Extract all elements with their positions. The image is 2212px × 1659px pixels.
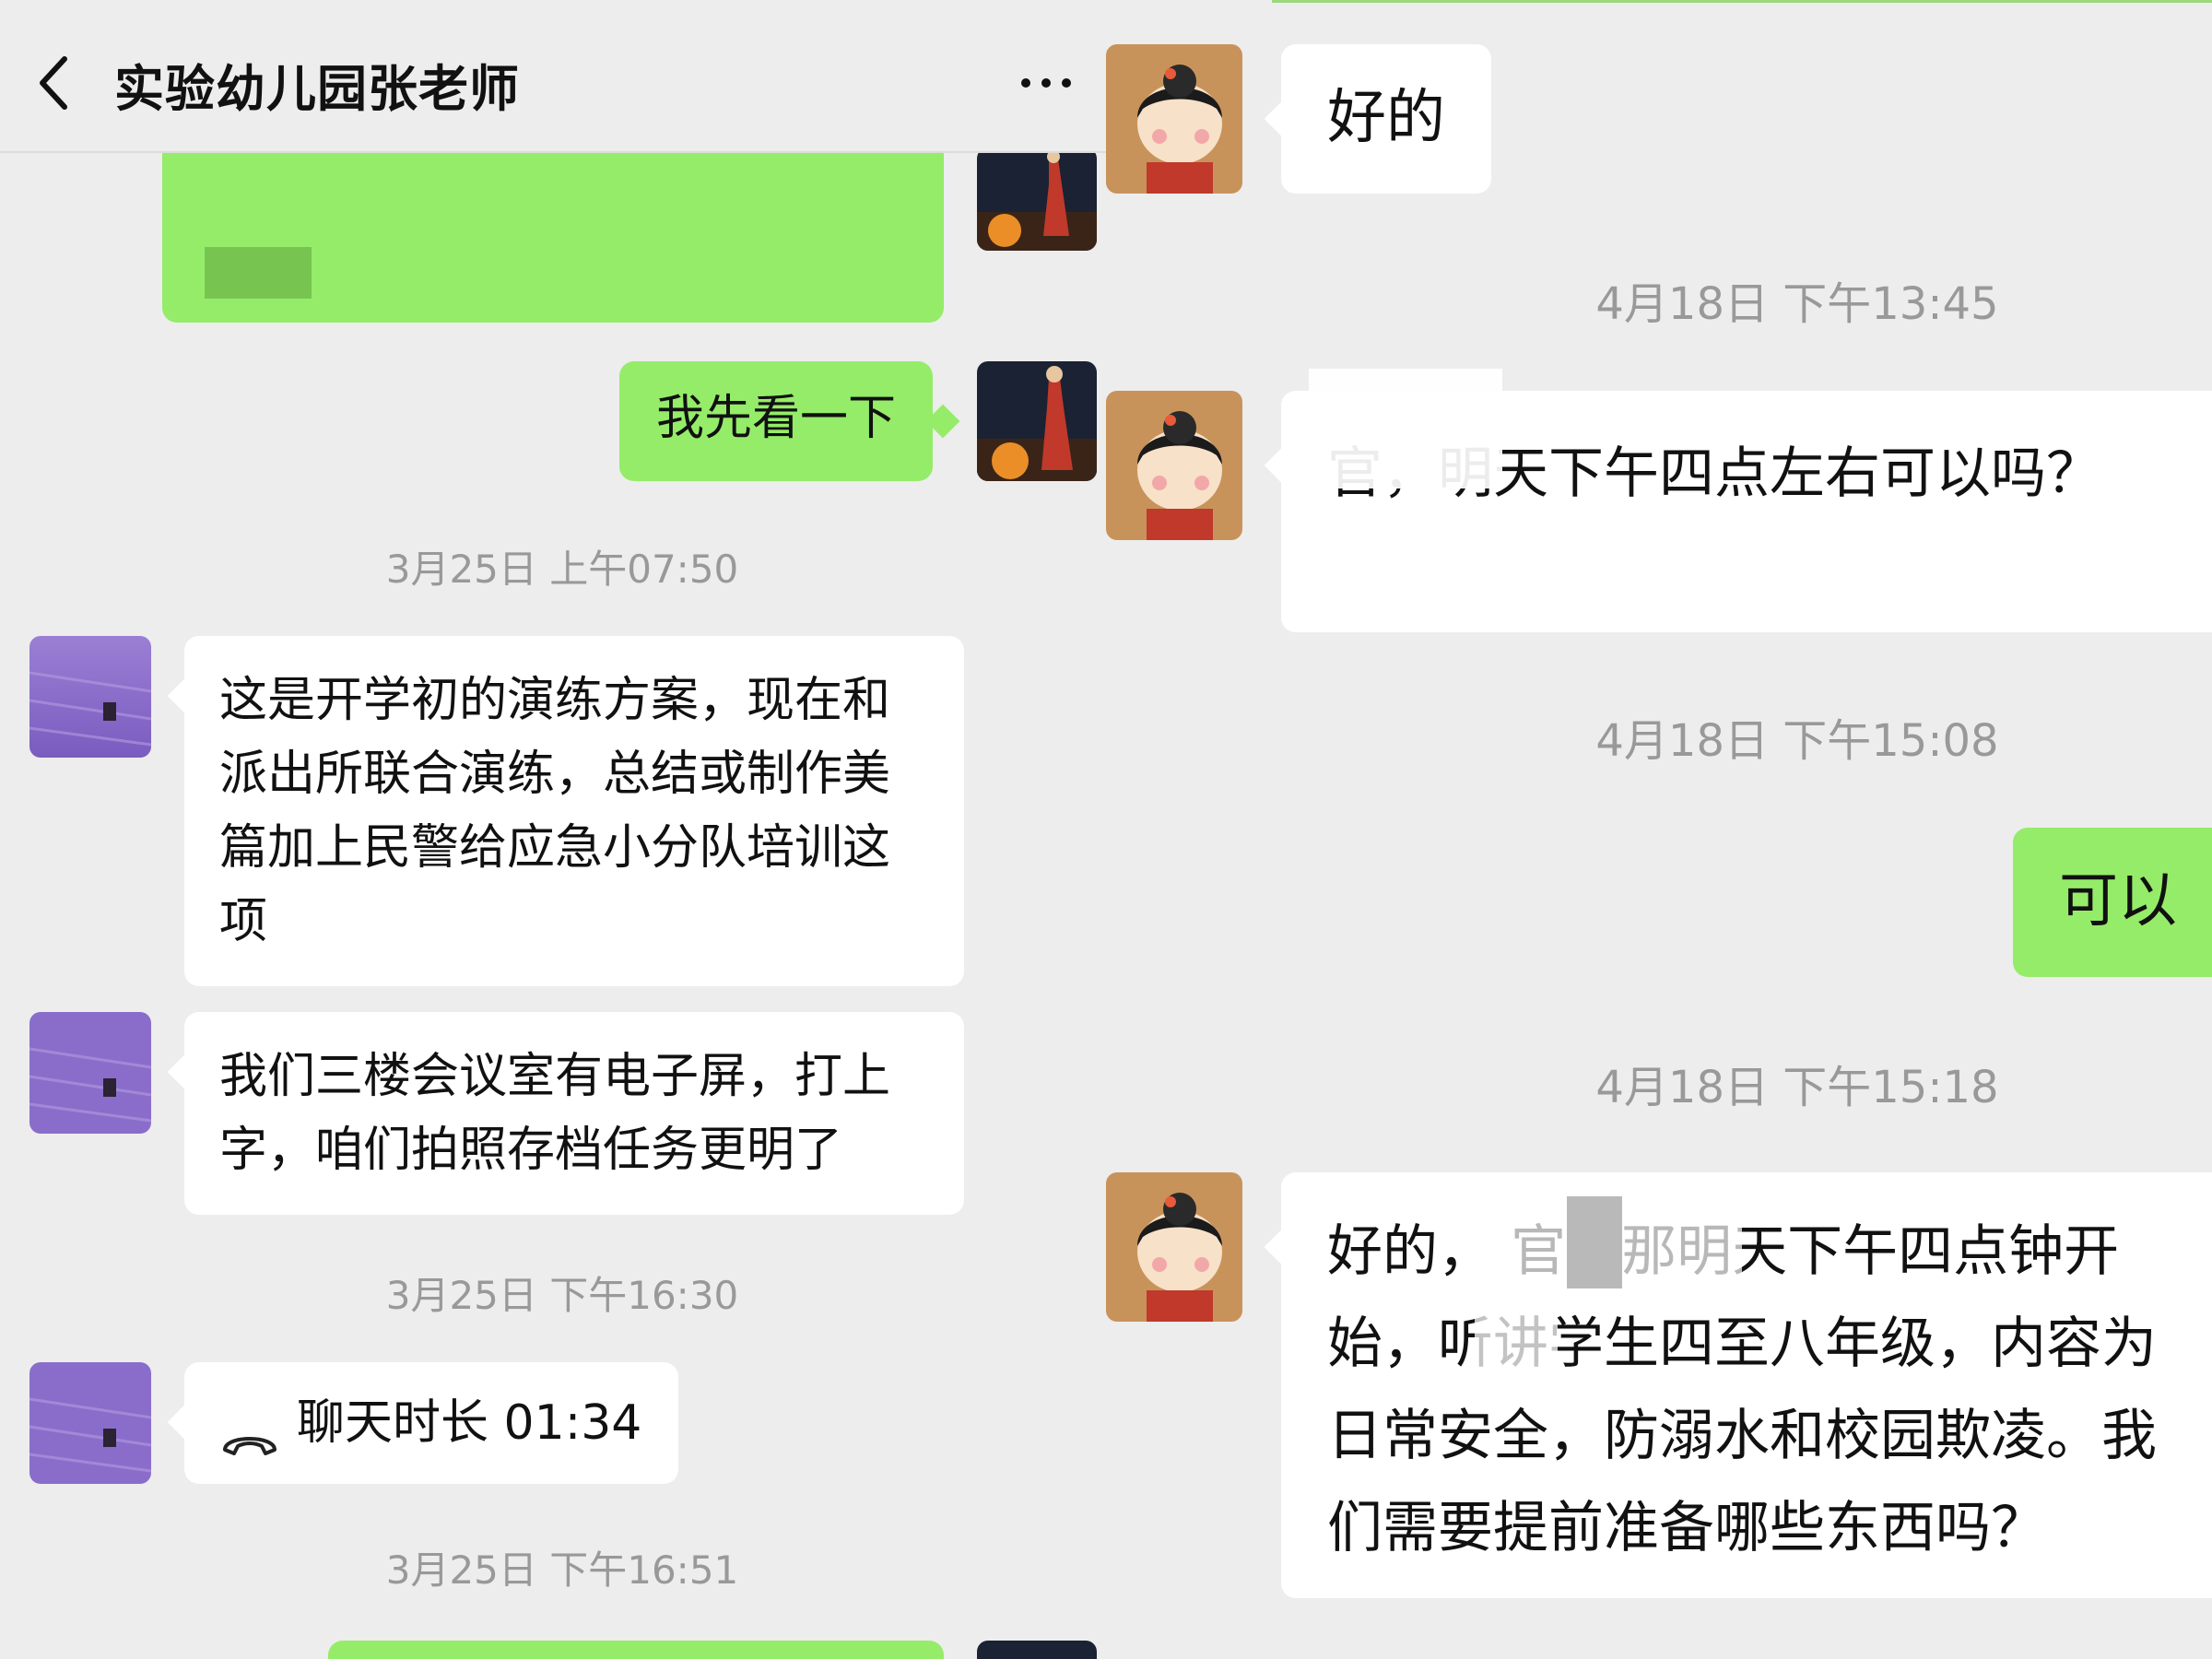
call-duration-text: 聊天时长 01:34 — [297, 1395, 642, 1451]
incoming-message[interactable]: 好的， 官，那明天下午四点钟开始，听讲学生四至八年级，内容为日常安全，防溺水和校… — [1281, 1172, 2212, 1598]
contact-avatar[interactable] — [29, 1012, 151, 1134]
contact-avatar[interactable] — [29, 636, 151, 758]
redacted-block — [1567, 1196, 1622, 1288]
message-text: 这是开学初的演练方案，现在和派出所联合演练，总结或制作美篇加上民警给应急小分队培… — [219, 673, 891, 949]
timestamp: 3月25日 下午16:51 — [385, 1547, 739, 1593]
contact-avatar[interactable] — [1106, 44, 1242, 194]
my-avatar[interactable] — [977, 361, 1097, 481]
message-text: 可以 — [2059, 867, 2177, 935]
message-text: 我先看一下 — [656, 391, 897, 446]
outgoing-message[interactable]: 我先看一下 — [619, 361, 934, 481]
message-text: 我们三楼会议室有电子屏，打上字，咱们拍照存档任务更明了 — [219, 1049, 891, 1178]
incoming-message[interactable]: 好的 — [1281, 44, 1491, 194]
contact-avatar[interactable] — [1106, 391, 1242, 540]
chat-header: 实验幼儿园张老师 — [0, 0, 1106, 153]
timestamp: 3月25日 下午16:30 — [385, 1273, 739, 1318]
incoming-message[interactable]: 我们三楼会议室有电子屏，打上字，咱们拍照存档任务更明了 — [184, 1012, 964, 1215]
redacted-name — [1309, 369, 1502, 488]
top-edge — [1272, 0, 2212, 3]
timestamp: 4月18日 下午13:45 — [1595, 278, 1999, 330]
incoming-message[interactable]: 这是开学初的演练方案，现在和派出所联合演练，总结或制作美篇加上民警给应急小分队培… — [184, 636, 964, 986]
message-text: 好的 — [1327, 84, 1445, 152]
redacted-name — [1475, 1290, 1558, 1373]
timestamp: 4月18日 下午15:08 — [1595, 715, 1999, 767]
timestamp: 4月18日 下午15:18 — [1595, 1062, 1999, 1113]
right-chat-panel: 好的 4月18日 下午13:45 官，明天下午四点左右可以吗？ 4月18日 下午… — [1106, 0, 2212, 1659]
back-arrow-icon[interactable] — [37, 55, 74, 111]
timestamp: 3月25日 上午07:50 — [385, 547, 739, 592]
phone-call-icon — [221, 1406, 278, 1455]
left-chat-panel: 我先看一下 3月25日 上午07:50 这是开学初的演练方案，现在和派出所联合演… — [0, 0, 1106, 1659]
contact-avatar[interactable] — [29, 1362, 151, 1484]
call-record-message[interactable]: 聊天时长 01:34 — [184, 1362, 679, 1484]
outgoing-bubble-partial[interactable] — [328, 1641, 944, 1659]
contact-avatar[interactable] — [1106, 1172, 1242, 1322]
message-text: 好的， 官，那明天下午四点钟开始，听讲学生四至八年级，内容为日常安全，防溺水和校… — [1327, 1219, 2157, 1560]
outgoing-message[interactable]: 可以 — [2013, 828, 2212, 977]
more-icon[interactable] — [1018, 74, 1074, 92]
redacted-block — [205, 247, 312, 299]
chat-title: 实验幼儿园张老师 — [114, 60, 520, 118]
my-avatar[interactable] — [977, 1641, 1097, 1659]
my-avatar[interactable] — [977, 147, 1097, 251]
